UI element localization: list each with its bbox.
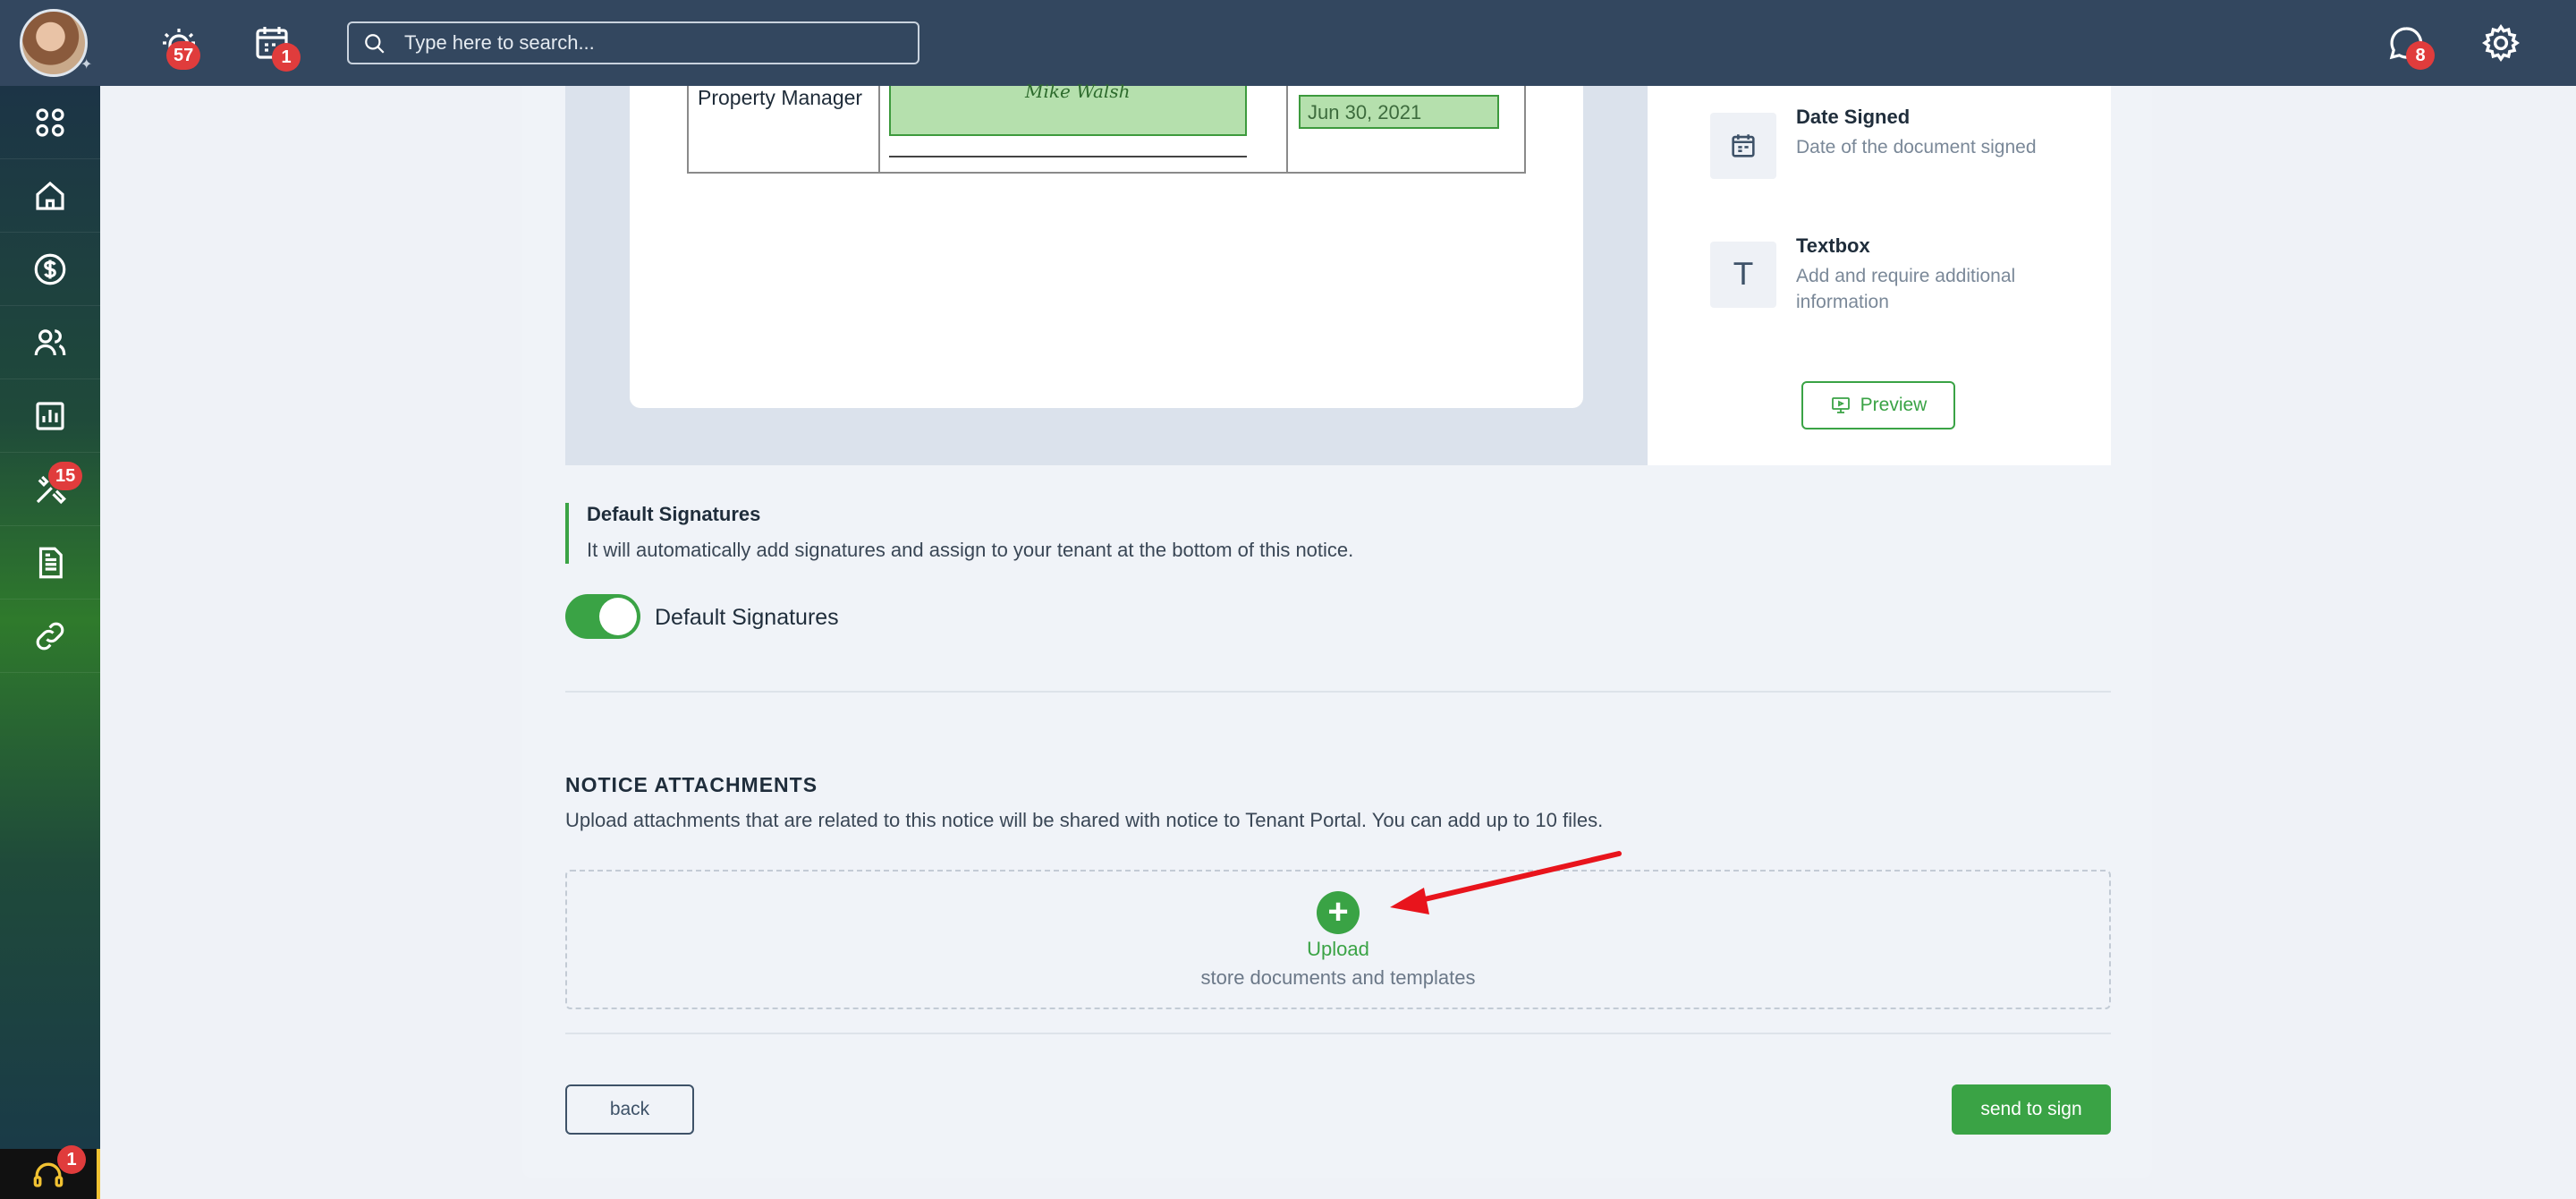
calendar-badge: 1 xyxy=(272,43,301,72)
divider xyxy=(565,1033,2111,1034)
upload-dropzone[interactable]: + Upload store documents and templates xyxy=(565,870,2111,1009)
toggle-label: Default Signatures xyxy=(655,605,839,630)
date-signed-field[interactable]: Jun 30, 2021 xyxy=(1299,95,1499,129)
alerts-badge: 57 xyxy=(166,41,201,70)
home-icon xyxy=(36,181,64,210)
tool-description: Add and require additional information xyxy=(1796,266,2016,312)
support-badge: 1 xyxy=(57,1145,86,1174)
sidebar-item-home[interactable] xyxy=(0,159,100,233)
sidebar-item-reports[interactable] xyxy=(0,379,100,453)
signer-role: Property Manager xyxy=(698,86,863,109)
sidebar: 15 xyxy=(0,86,100,1199)
chart-icon xyxy=(36,401,64,430)
search-bar[interactable] xyxy=(347,21,919,64)
toggle-knob xyxy=(599,598,637,635)
pin-icon: ✦ xyxy=(80,57,93,72)
send-to-sign-button[interactable]: send to sign xyxy=(1952,1084,2111,1135)
upload-hint: store documents and templates xyxy=(1200,966,1476,989)
annotation-arrow xyxy=(1390,851,1622,914)
calendar-icon xyxy=(1710,113,1776,179)
plus-icon[interactable]: + xyxy=(1317,891,1360,934)
people-icon xyxy=(34,328,66,355)
search-input[interactable] xyxy=(404,29,905,57)
sidebar-item-finance[interactable] xyxy=(0,233,100,306)
tool-title: Date Signed xyxy=(1796,106,1911,128)
upload-label[interactable]: Upload xyxy=(567,938,2109,961)
sidebar-item-documents[interactable] xyxy=(0,526,100,600)
signature-field[interactable]: Mike Walsh xyxy=(889,81,1247,136)
divider xyxy=(565,691,2111,693)
sidebar-item-people[interactable] xyxy=(0,306,100,379)
default-signatures-note: Default Signatures It will automatically… xyxy=(565,503,1370,564)
signature-table: Property Manager Mike Walsh Jun 30, 2021 xyxy=(687,81,1526,174)
maintenance-badge: 15 xyxy=(48,462,83,490)
sidebar-item-maintenance[interactable]: 15 xyxy=(0,453,100,526)
table-divider xyxy=(1286,86,1288,172)
gear-icon[interactable] xyxy=(2479,21,2522,64)
back-button[interactable]: back xyxy=(565,1084,694,1135)
document-icon xyxy=(38,547,63,578)
signature-line xyxy=(889,156,1247,157)
sidebar-item-apps[interactable] xyxy=(0,86,100,159)
user-avatar[interactable] xyxy=(20,9,88,77)
search-icon xyxy=(363,32,386,55)
text-icon: T xyxy=(1710,242,1776,308)
fields-panel: Date Signed Date of the document signed … xyxy=(1648,86,2111,465)
default-signatures-toggle[interactable] xyxy=(565,594,640,639)
sidebar-item-links[interactable] xyxy=(0,600,100,673)
messages-badge: 8 xyxy=(2406,41,2435,70)
preview-label: Preview xyxy=(1860,395,1928,415)
note-title: Default Signatures xyxy=(587,503,761,525)
attachments-title: NOTICE ATTACHMENTS xyxy=(565,773,818,796)
table-divider xyxy=(878,86,880,172)
note-text: It will automatically add signatures and… xyxy=(587,539,1354,561)
link-icon xyxy=(36,622,64,650)
signature-text: Mike Walsh xyxy=(1025,81,1131,102)
top-bar: ✦ 57 1 8 xyxy=(0,0,2576,86)
tool-description: Date of the document signed xyxy=(1796,137,2037,157)
sidebar-support[interactable]: 1 xyxy=(0,1145,100,1199)
dollar-icon xyxy=(34,253,66,285)
preview-button[interactable]: Preview xyxy=(1801,381,1955,429)
apps-grid-icon xyxy=(36,107,64,137)
presentation-icon xyxy=(1831,397,1850,413)
attachments-description: Upload attachments that are related to t… xyxy=(565,809,1604,831)
tool-title: Textbox xyxy=(1796,234,1870,257)
